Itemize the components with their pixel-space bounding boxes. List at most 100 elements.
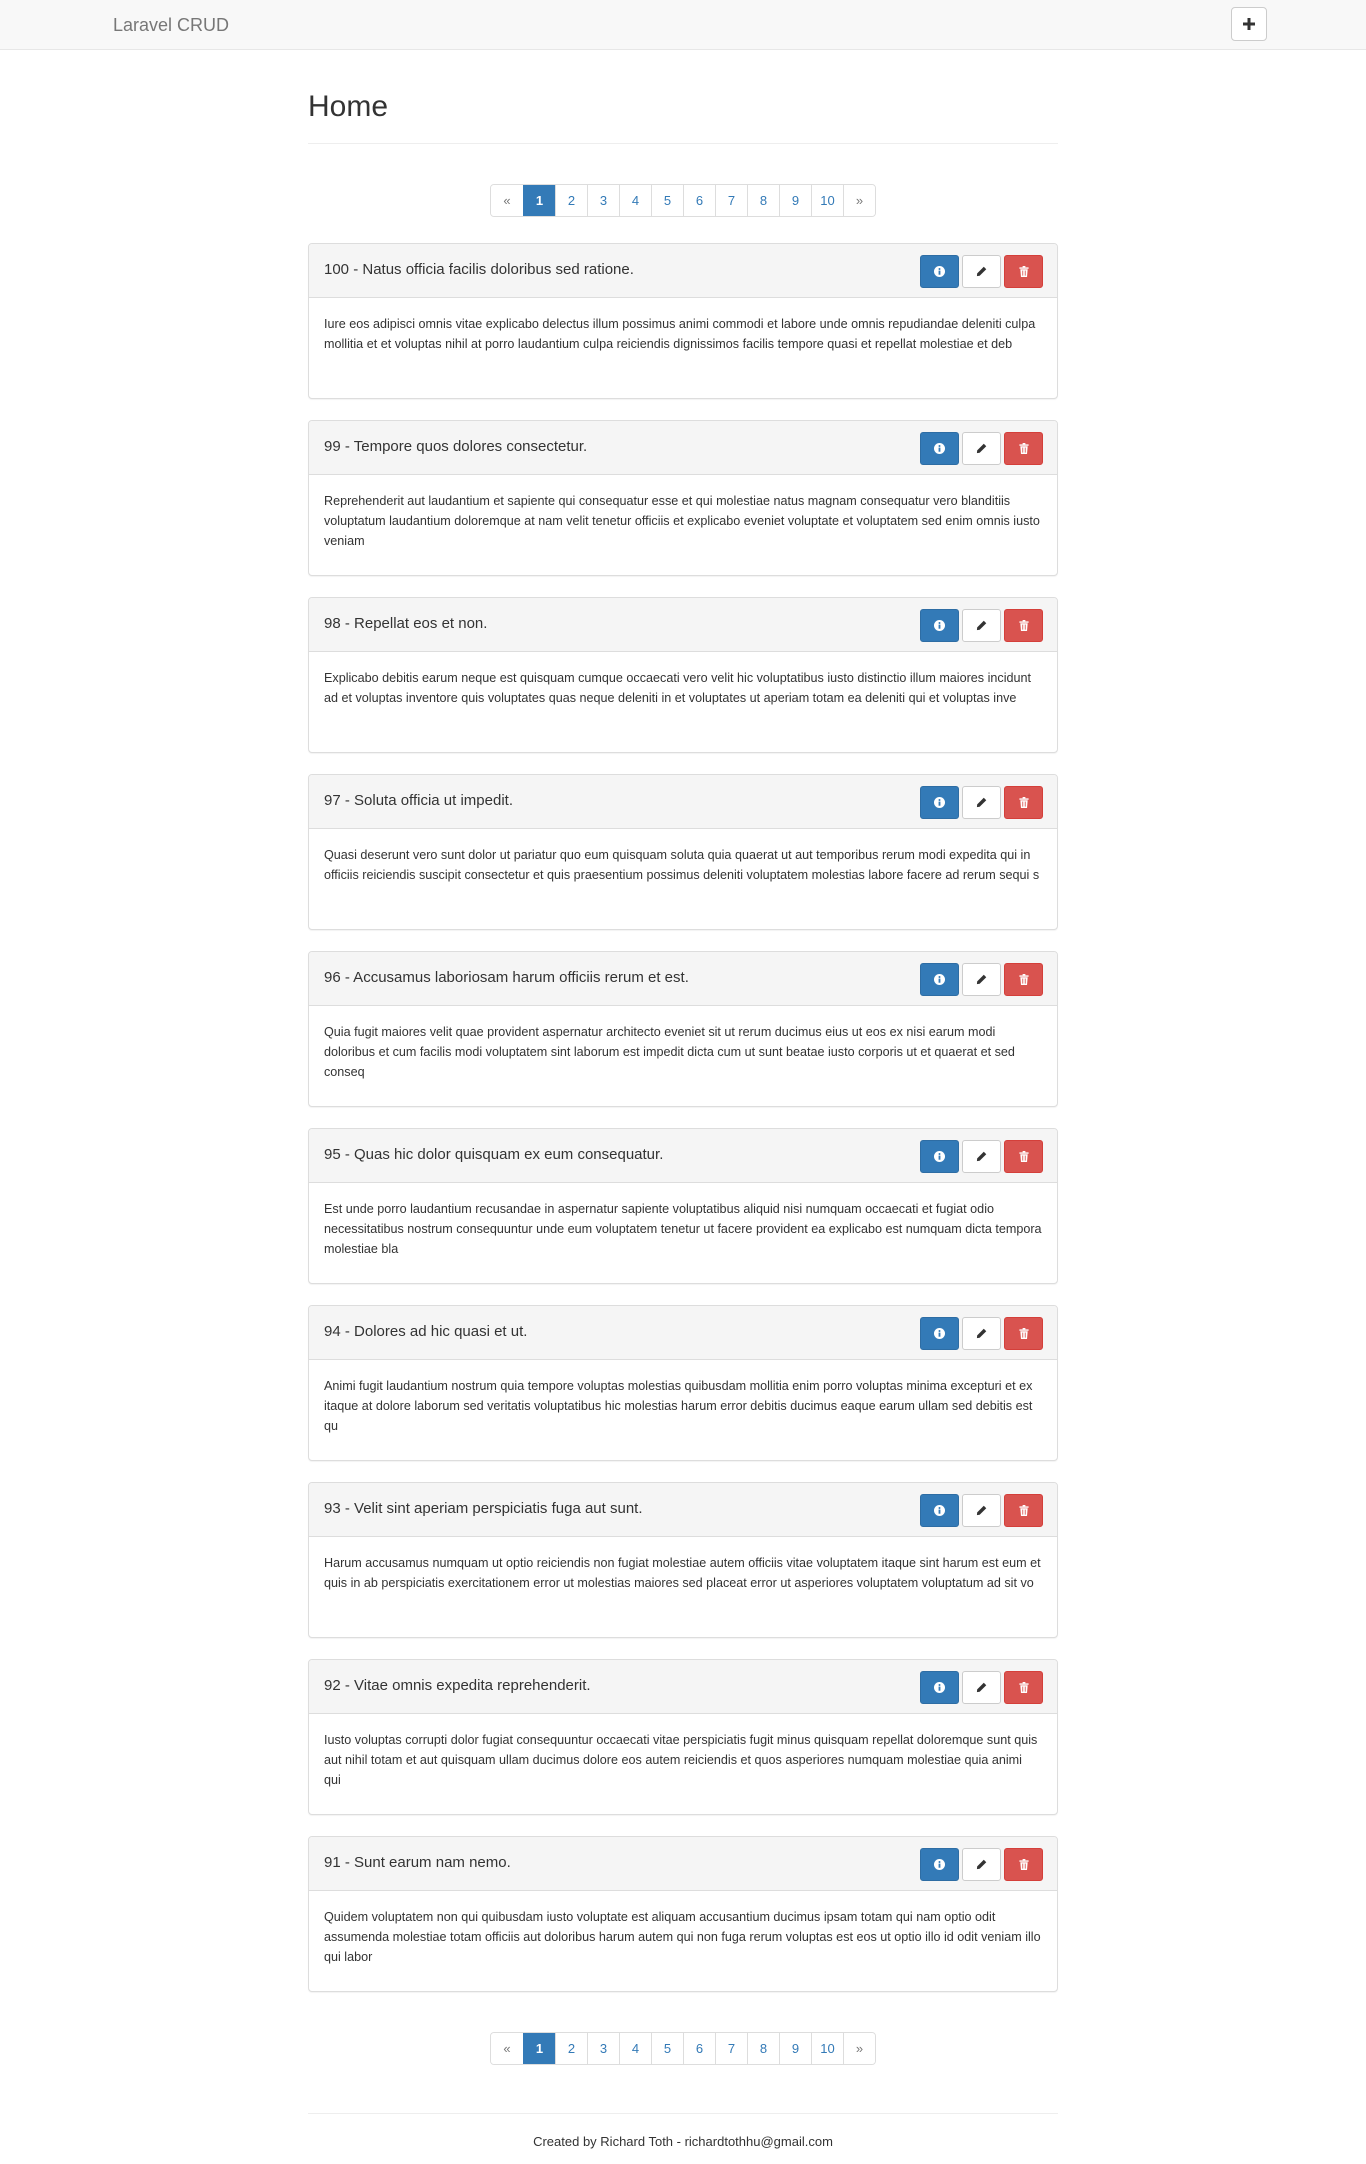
pagination-page-2[interactable]: 2 xyxy=(555,2033,587,2064)
add-post-button[interactable] xyxy=(1231,7,1267,41)
post-body: Harum accusamus numquam ut optio reicien… xyxy=(324,1556,1041,1590)
post-actions xyxy=(920,1671,1043,1704)
pagination-page-7[interactable]: 7 xyxy=(715,2033,747,2064)
view-button[interactable] xyxy=(920,1671,959,1704)
pagination-page-9[interactable]: 9 xyxy=(779,185,811,216)
pagination-page-10[interactable]: 10 xyxy=(811,185,843,216)
view-button[interactable] xyxy=(920,432,959,465)
post-panel: 99 - Tempore quos dolores consectetur. Re… xyxy=(308,420,1058,576)
delete-button[interactable] xyxy=(1004,1671,1043,1704)
delete-button[interactable] xyxy=(1004,609,1043,642)
pagination-next[interactable]: » xyxy=(843,2033,875,2064)
post-body: Quia fugit maiores velit quae provident … xyxy=(324,1025,1015,1079)
main-container: Home «1 2 3 4 5 6 7 8 9 10» 100 - Natus officia f… xyxy=(308,50,1058,2065)
delete-button[interactable] xyxy=(1004,1317,1043,1350)
delete-button[interactable] xyxy=(1004,786,1043,819)
pencil-icon xyxy=(976,620,987,631)
pagination-page-4[interactable]: 4 xyxy=(619,2033,651,2064)
pagination-page-9[interactable]: 9 xyxy=(779,2033,811,2064)
post-panel: 100 - Natus officia facilis doloribus se… xyxy=(308,243,1058,399)
post-actions xyxy=(920,432,1043,465)
view-button[interactable] xyxy=(920,786,959,819)
edit-button[interactable] xyxy=(962,1671,1001,1704)
info-icon xyxy=(934,620,945,631)
pagination-page-10[interactable]: 10 xyxy=(811,2033,843,2064)
view-button[interactable] xyxy=(920,1494,959,1527)
post-heading: 91 - Sunt earum nam nemo. xyxy=(309,1837,1057,1891)
edit-button[interactable] xyxy=(962,255,1001,288)
delete-button[interactable] xyxy=(1004,1494,1043,1527)
pencil-icon xyxy=(976,1328,987,1339)
post-panel: 93 - Velit sint aperiam perspiciatis fug… xyxy=(308,1482,1058,1638)
pagination-page-3[interactable]: 3 xyxy=(587,2033,619,2064)
post-list: 100 - Natus officia facilis doloribus se… xyxy=(308,243,1058,1992)
pagination-page-1[interactable]: 1 xyxy=(523,2033,555,2064)
edit-button[interactable] xyxy=(962,1317,1001,1350)
post-title: 94 - Dolores ad hic quasi et ut. xyxy=(324,1323,528,1340)
pagination-page-5[interactable]: 5 xyxy=(651,2033,683,2064)
pagination-page-6[interactable]: 6 xyxy=(683,2033,715,2064)
pencil-icon xyxy=(976,1151,987,1162)
edit-button[interactable] xyxy=(962,432,1001,465)
post-title: 97 - Soluta officia ut impedit. xyxy=(324,792,513,809)
edit-button[interactable] xyxy=(962,786,1001,819)
pagination-bottom-wrap: «1 2 3 4 5 6 7 8 9 10» xyxy=(308,2032,1058,2065)
pencil-icon xyxy=(976,1859,987,1870)
view-button[interactable] xyxy=(920,1848,959,1881)
view-button[interactable] xyxy=(920,963,959,996)
trash-icon xyxy=(1018,1151,1029,1162)
post-body: Animi fugit laudantium nostrum quia temp… xyxy=(324,1379,1033,1433)
pencil-icon xyxy=(976,1505,987,1516)
view-button[interactable] xyxy=(920,1140,959,1173)
page-header: Home xyxy=(308,88,1058,144)
delete-button[interactable] xyxy=(1004,255,1043,288)
post-actions xyxy=(920,1317,1043,1350)
post-title: 95 - Quas hic dolor quisquam ex eum cons… xyxy=(324,1146,664,1163)
footer: Created by Richard Toth - richardtothhu@… xyxy=(308,2113,1058,2149)
delete-button[interactable] xyxy=(1004,432,1043,465)
pagination-page-8[interactable]: 8 xyxy=(747,185,779,216)
pagination-page-2[interactable]: 2 xyxy=(555,185,587,216)
edit-button[interactable] xyxy=(962,609,1001,642)
view-button[interactable] xyxy=(920,1317,959,1350)
post-heading: 95 - Quas hic dolor quisquam ex eum cons… xyxy=(309,1129,1057,1183)
view-button[interactable] xyxy=(920,255,959,288)
delete-button[interactable] xyxy=(1004,963,1043,996)
delete-button[interactable] xyxy=(1004,1848,1043,1881)
pagination-page-8[interactable]: 8 xyxy=(747,2033,779,2064)
pagination-prev[interactable]: « xyxy=(491,185,523,216)
pagination-page-5[interactable]: 5 xyxy=(651,185,683,216)
post-panel: 98 - Repellat eos et non. Explicabo debit… xyxy=(308,597,1058,753)
info-icon xyxy=(934,797,945,808)
post-heading: 98 - Repellat eos et non. xyxy=(309,598,1057,652)
brand-link[interactable]: Laravel CRUD xyxy=(113,15,229,36)
post-actions xyxy=(920,1494,1043,1527)
info-icon xyxy=(934,974,945,985)
post-panel: 91 - Sunt earum nam nemo. Quidem voluptat… xyxy=(308,1836,1058,1992)
edit-button[interactable] xyxy=(962,1848,1001,1881)
pagination-page-6[interactable]: 6 xyxy=(683,185,715,216)
pagination-prev[interactable]: « xyxy=(491,2033,523,2064)
plus-icon xyxy=(1243,18,1255,30)
post-title: 98 - Repellat eos et non. xyxy=(324,615,488,632)
pagination-page-4[interactable]: 4 xyxy=(619,185,651,216)
post-actions xyxy=(920,609,1043,642)
trash-icon xyxy=(1018,266,1029,277)
info-icon xyxy=(934,266,945,277)
edit-button[interactable] xyxy=(962,1140,1001,1173)
view-button[interactable] xyxy=(920,609,959,642)
delete-button[interactable] xyxy=(1004,1140,1043,1173)
page-title: Home xyxy=(308,90,389,123)
info-icon xyxy=(934,1328,945,1339)
pagination-page-7[interactable]: 7 xyxy=(715,185,747,216)
edit-button[interactable] xyxy=(962,963,1001,996)
post-title: 96 - Accusamus laboriosam harum officiis… xyxy=(324,969,689,986)
edit-button[interactable] xyxy=(962,1494,1001,1527)
post-heading: 94 - Dolores ad hic quasi et ut. xyxy=(309,1306,1057,1360)
pagination-page-1[interactable]: 1 xyxy=(523,185,555,216)
post-title: 99 - Tempore quos dolores consectetur. xyxy=(324,438,588,455)
info-icon xyxy=(934,443,945,454)
pagination-next[interactable]: » xyxy=(843,185,875,216)
pagination-page-3[interactable]: 3 xyxy=(587,185,619,216)
navbar: Laravel CRUD xyxy=(0,0,1366,50)
